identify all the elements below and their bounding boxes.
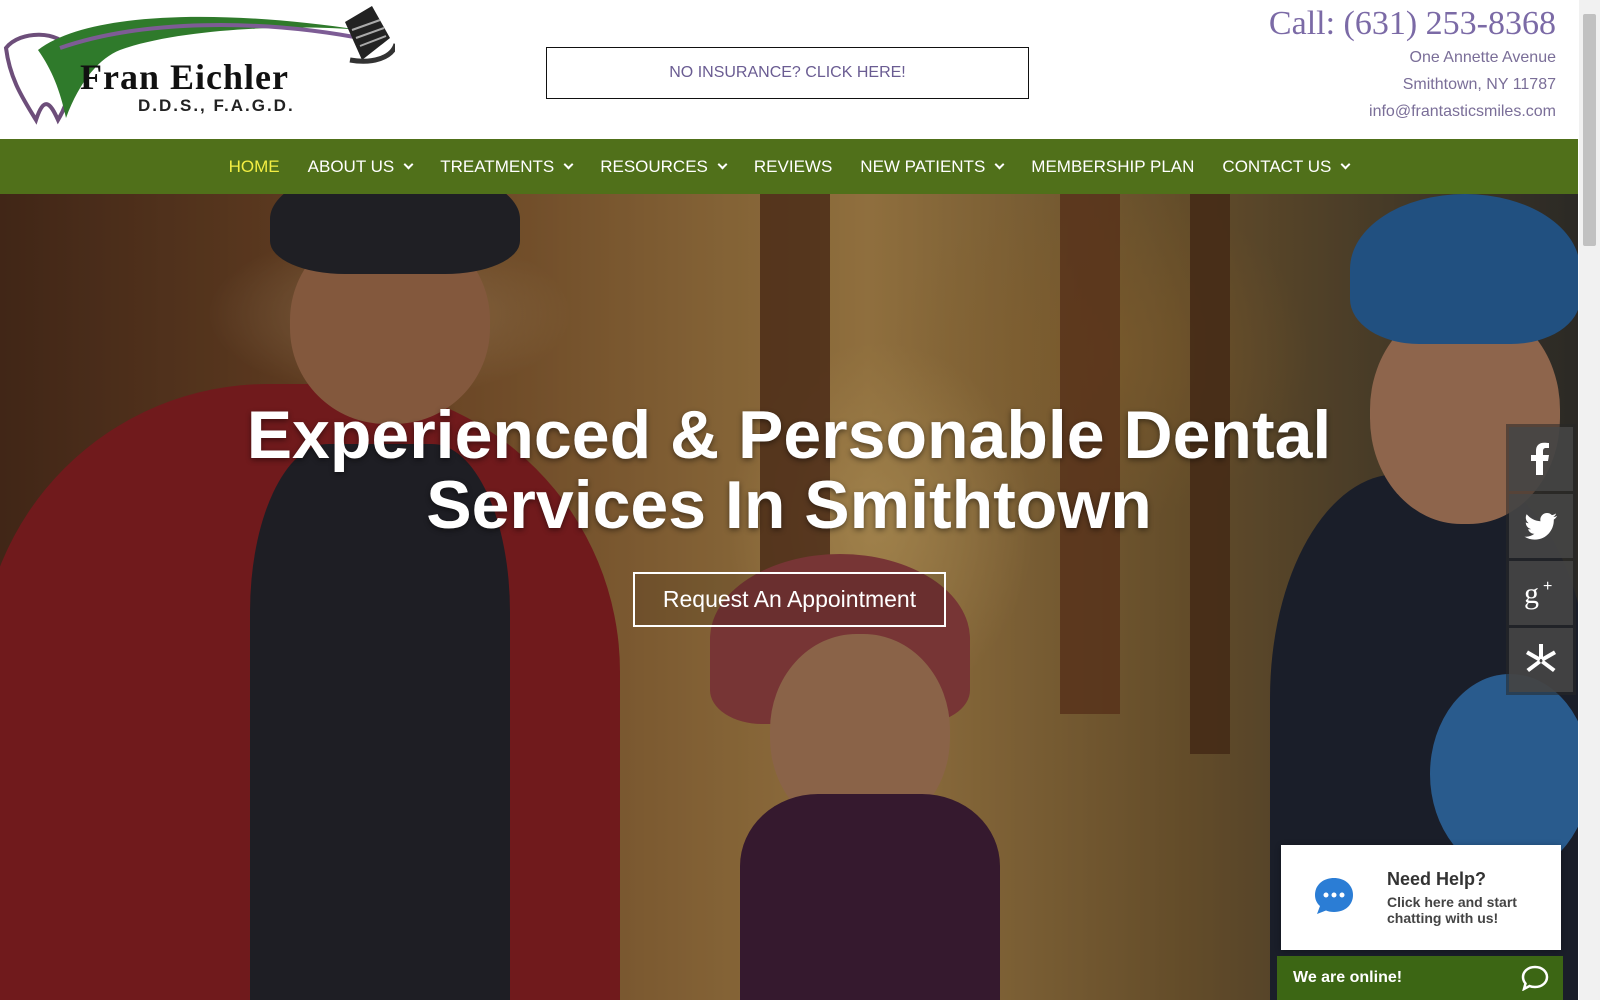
no-insurance-button[interactable]: NO INSURANCE? CLICK HERE! [546,47,1029,99]
nav-item-label: REVIEWS [753,156,833,176]
hero-title-line-1: Experienced & Personable Dental [246,397,1332,473]
contact-info: Call: (631) 253-8368 One Annette Avenue … [1269,4,1556,125]
nav-item-reviews[interactable]: REVIEWS [740,139,846,194]
page-scrollbar[interactable] [1579,0,1600,1000]
chat-open-icon [1521,965,1549,991]
nav-item-label: HOME [228,156,280,176]
chevron-down-icon [717,159,728,170]
nav-item-new-patients[interactable]: NEW PATIENTS [846,139,1017,194]
nav-item-label: RESOURCES [600,156,708,176]
chat-bubble-icon [1315,878,1353,914]
nav-item-label: NEW PATIENTS [860,156,986,176]
email-link[interactable]: info@frantasticsmiles.com [1269,98,1556,125]
chat-status-label: We are online! [1293,969,1403,986]
nav-item-contact-us[interactable]: CONTACT US [1208,139,1363,194]
request-appointment-button[interactable]: Request An Appointment [633,572,946,627]
nav-item-home[interactable]: HOME [215,139,294,194]
chat-status-bar[interactable]: We are online! [1277,956,1563,1000]
address-line-1: One Annette Avenue [1409,49,1557,66]
phone-link[interactable]: Call: (631) 253-8368 [1269,4,1556,44]
scrollbar-thumb[interactable] [1583,14,1596,246]
svg-text:g: g [1524,577,1539,610]
nav-item-about-us[interactable]: ABOUT US [294,139,427,194]
site-header: Fran Eichler D.D.S., F.A.G.D. NO INSURAN… [0,0,1578,139]
chevron-down-icon [994,159,1005,170]
nav-item-label: TREATMENTS [440,156,555,176]
hero-title: Experienced & Personable Dental Services… [0,400,1578,540]
chat-invite-card[interactable]: Need Help? Click here and start chatting… [1281,845,1561,950]
logo-credentials: D.D.S., F.A.G.D. [138,96,295,115]
logo-name: Fran Eichler [80,57,289,97]
nav-item-resources[interactable]: RESOURCES [586,139,740,194]
logo[interactable]: Fran Eichler D.D.S., F.A.G.D. [0,0,399,128]
nav-item-membership-plan[interactable]: MEMBERSHIP PLAN [1017,139,1208,194]
main-nav: HOME ABOUT US TREATMENTS RESOURCES REVIE… [0,139,1578,194]
nav-item-label: CONTACT US [1222,156,1332,176]
twitter-icon[interactable] [1509,494,1573,558]
nav-item-label: MEMBERSHIP PLAN [1031,156,1195,176]
social-sidebar: g + [1506,424,1576,695]
chevron-down-icon [563,159,574,170]
google-plus-icon[interactable]: g + [1509,561,1573,625]
hero-title-line-2: Services In Smithtown [426,467,1152,543]
address-line-2: Smithtown, NY 11787 [1402,76,1556,93]
chevron-down-icon [403,159,414,170]
chat-title: Need Help? [1387,869,1487,889]
nav-item-label: ABOUT US [307,156,395,176]
chevron-down-icon [1340,159,1351,170]
chat-text: Click here and start chatting with us! [1387,894,1517,926]
facebook-icon[interactable] [1509,427,1573,491]
nav-item-treatments[interactable]: TREATMENTS [426,139,586,194]
yelp-icon[interactable] [1509,628,1573,692]
svg-text:+: + [1543,578,1552,595]
